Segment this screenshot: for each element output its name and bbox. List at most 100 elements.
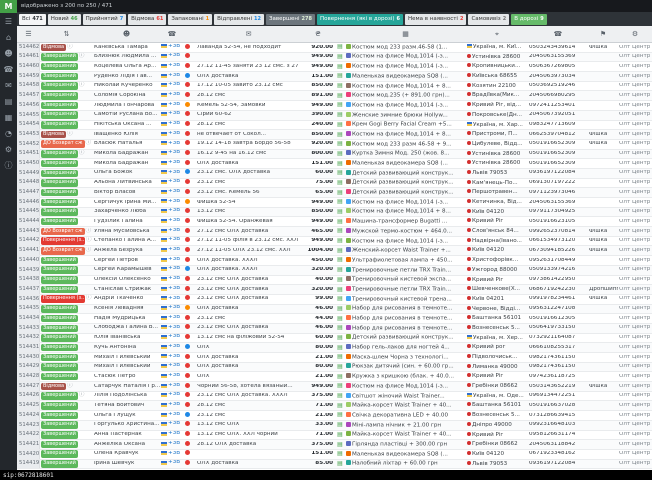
call-button[interactable]: +ЗВ [161,412,180,418]
calls-icon[interactable]: ☎ [4,66,14,74]
status-badge[interactable]: Завершений [41,266,78,274]
tab-return-transit[interactable]: Повернення (які в дорозі)6 [317,14,403,25]
call-button[interactable]: +ЗВ [161,208,180,214]
status-badge[interactable]: Завершений [41,189,78,197]
table-row[interactable]: 514430ЗавершенийМихаіл Гилевський+ЗВОЛХ … [17,353,652,363]
tab-new[interactable]: Новий46 [48,14,81,25]
table-row[interactable]: 514428ЗавершенийСтасюк Петро+ЗВОЛХ21.00▤… [17,372,652,382]
call-button[interactable]: +ЗВ [161,344,180,350]
status-badge[interactable]: ДО Возврат сж [41,247,85,255]
table-row[interactable]: 514448ЗавершенийАльона Литвинська+ЗВ23.1… [17,179,652,189]
menu-icon[interactable]: ☰ [5,18,12,26]
status-badge[interactable]: Завершений [41,53,78,61]
call-button[interactable]: +ЗВ [161,286,180,292]
orders-icon[interactable]: ▤ [5,98,13,106]
table-row[interactable]: 514436Повернення (з..ⓘАндрій Ткаченко+ЗВ… [17,295,652,305]
table-row[interactable]: 514444ЗавершенийГудзілик Галина+ЗВФишка … [17,217,652,227]
status-badge[interactable]: Завершений [41,102,78,110]
call-button[interactable]: +ЗВ [161,247,180,253]
status-badge[interactable]: Завершений [41,92,78,100]
table-row[interactable]: 514439ЗавершенийСергей Карамышев+ЗВОЛХ д… [17,266,652,276]
call-button[interactable]: +ЗВ [161,218,180,224]
table-row[interactable]: 514451ЗавершенийⓘМикола Бадражан+ЗВ16.12… [17,150,652,160]
call-button[interactable]: +ЗВ [161,441,180,447]
status-badge[interactable]: Завершений [41,218,78,226]
call-button[interactable]: +ЗВ [161,150,180,156]
tab-in-transit[interactable]: В дорозі9 [511,14,546,25]
status-badge[interactable]: Завершений [41,412,78,420]
status-badge[interactable]: Завершений [41,344,78,352]
info-icon[interactable]: ⓘ [5,162,13,170]
table-row[interactable]: 514461ЗавершенийⓘБлизнюк Людмила ...+ЗВ9… [17,53,652,63]
call-button[interactable]: +ЗВ [161,102,180,108]
call-button[interactable]: +ЗВ [161,431,180,437]
call-button[interactable]: +ЗВ [161,354,180,360]
table-row[interactable]: 514420ЗавершенийОлена Кравчук+ЗВ151.00▤М… [17,450,652,460]
status-badge[interactable]: Завершений [41,179,78,187]
tab-refused[interactable]: Відмова61 [128,14,166,25]
column-price-icon[interactable]: ₴ [301,31,335,38]
status-badge[interactable]: Повернення (з.. [41,237,85,245]
table-row[interactable]: 514425ЗавершенийТетяна Войтович+ЗВ28.12 … [17,401,652,411]
table-row[interactable]: 514458ЗавершенийⓘНиколай Кучеренко+ЗВ17.… [17,82,652,92]
call-button[interactable]: +ЗВ [161,92,180,98]
column-status-icon[interactable]: ⇅ [40,31,93,38]
table-row[interactable]: 514437ЗавершенийСтаніслав Стрижак+ЗВ23.1… [17,285,652,295]
table-row[interactable]: 514438ЗавершенийОлексій Олексенко+ЗВ23.1… [17,276,652,286]
call-button[interactable]: +ЗВ [161,363,180,369]
status-badge[interactable]: Завершений [41,325,78,333]
status-badge[interactable]: Повернення (з.. [41,295,85,303]
column-settings-icon[interactable]: ⚙ [618,31,652,38]
status-badge[interactable]: Завершений [41,305,78,313]
table-row[interactable]: 514432ЗавершенийЮлія Іванівська+ЗВ13.12 … [17,334,652,344]
tab-out-of-stock[interactable]: Нема в наявності2 [405,14,467,25]
table-row[interactable]: 514435ЗавершенийКсенія Левадняя+ЗВОЛХ до… [17,305,652,315]
call-button[interactable]: +ЗВ [161,392,180,398]
table-row[interactable]: 514462ВідмоваⓘКанєвська Тамара+ЗВЛаванда… [17,43,652,53]
status-badge[interactable]: Відмова [41,383,66,391]
call-button[interactable]: +ЗВ [161,63,180,69]
status-badge[interactable]: Завершений [41,199,78,207]
column-phone-icon[interactable]: ☎ [528,31,588,38]
status-badge[interactable]: Завершений [41,82,78,90]
status-badge[interactable]: Завершений [41,73,78,81]
settings-icon[interactable]: ⚙ [5,146,12,154]
table-row[interactable]: 514443ДО Возврат сжⓘУляна Мусійовська+ЗВ… [17,227,652,237]
table-row[interactable]: 514431ЗавершенийКучь Антоніна+ЗВОЛХ80.00… [17,343,652,353]
column-address-icon[interactable]: ⌖ [466,31,528,38]
call-button[interactable]: +ЗВ [161,266,180,272]
status-badge[interactable]: Завершений [41,286,78,294]
status-badge[interactable]: Завершений [41,460,78,468]
table-row[interactable]: 514423ЗавершенийГоргулько Христина...+ЗВ… [17,421,652,431]
call-button[interactable]: +ЗВ [161,451,180,457]
call-button[interactable]: +ЗВ [161,315,180,321]
table-row[interactable]: 514460ЗавершенийКоцелева Ольга Ар...+ЗВ2… [17,62,652,72]
status-badge[interactable]: Завершений [41,441,78,449]
call-button[interactable]: +ЗВ [161,228,180,234]
table-row[interactable]: 514450ЗавершенийМикола Бадражан+ЗВОЛХ до… [17,159,652,169]
call-button[interactable]: +ЗВ [161,111,180,117]
call-button[interactable]: +ЗВ [161,460,180,466]
status-badge[interactable]: Завершений [41,208,78,216]
app-logo[interactable]: M [0,0,17,13]
table-row[interactable]: 514429ЗавершенийМихаіл Гилевський+ЗВОЛХ … [17,363,652,373]
status-badge[interactable]: Завершений [41,276,78,284]
table-row[interactable]: 514422ЗавершенийАнна Пастернак+ЗВ13.12 с… [17,431,652,441]
table-row[interactable]: 514447ЗавершенийВіктор Власов+ЗВ23.12 см… [17,188,652,198]
table-row[interactable]: 514427ВідмоваⓘСатарчук Наталія Гр...+ЗВЧ… [17,382,652,392]
table-row[interactable]: 514424ЗавершенийОльга Глущук+ЗВ23.12 смс… [17,411,652,421]
table-row[interactable]: 514449ЗавершенийОльга Божок+ЗВ23.12 смс.… [17,169,652,179]
call-button[interactable]: +ЗВ [161,421,180,427]
tab-pickup[interactable]: Самовивіз2 [468,14,509,25]
call-button[interactable]: +ЗВ [161,325,180,331]
call-button[interactable]: +ЗВ [161,160,180,166]
call-button[interactable]: +ЗВ [161,383,180,389]
status-badge[interactable]: Відмова [41,131,66,139]
call-button[interactable]: +ЗВ [161,121,180,127]
call-button[interactable]: +ЗВ [161,73,180,79]
call-button[interactable]: +ЗВ [161,131,180,137]
orders-table[interactable]: 514462ВідмоваⓘКанєвська Тамара+ЗВЛаванда… [17,43,652,470]
status-badge[interactable]: Завершений [41,450,78,458]
table-row[interactable]: 514426ЗавершенийⓘЛілія Подолінська+ЗВ23.… [17,392,652,402]
status-badge[interactable]: Завершений [41,111,78,119]
